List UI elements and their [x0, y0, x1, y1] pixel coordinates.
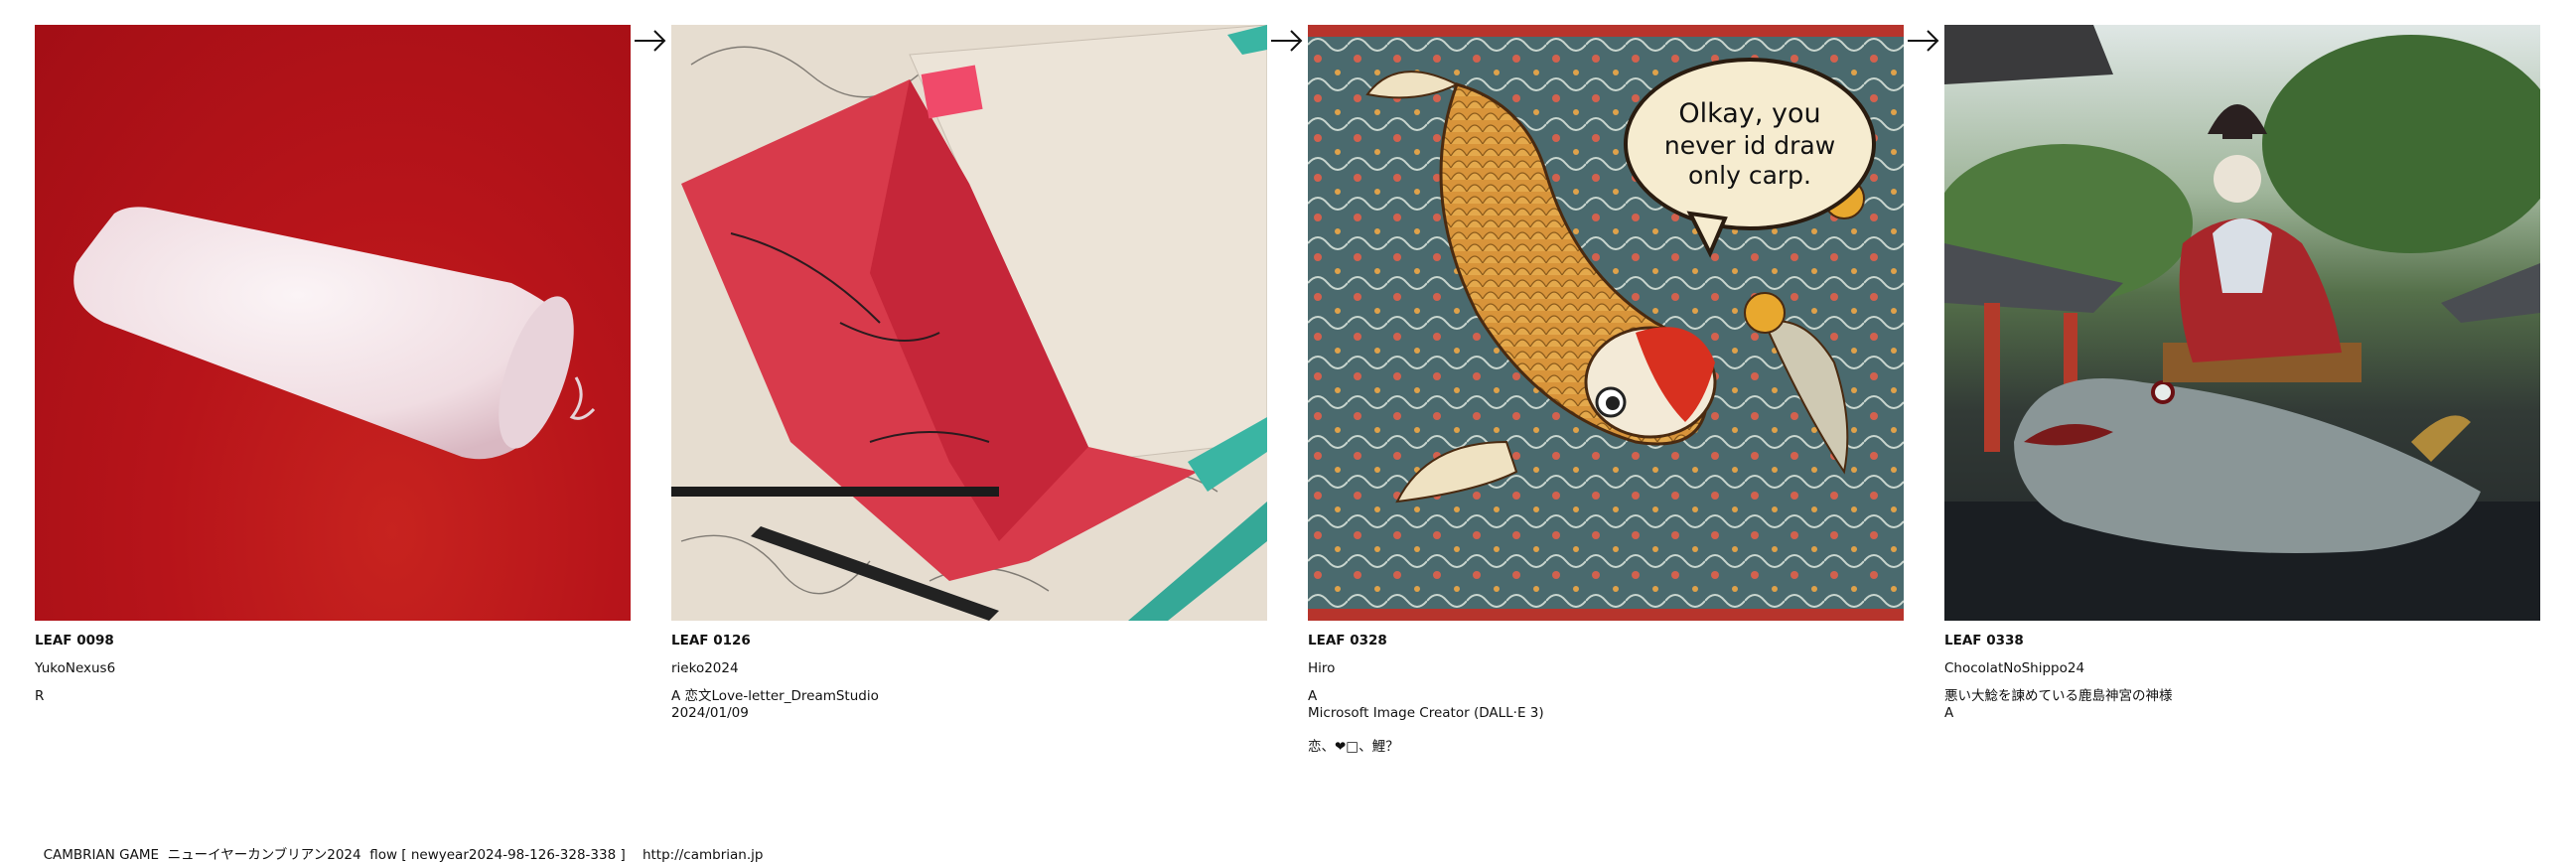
- caption-line: R: [35, 688, 45, 704]
- leaf-image[interactable]: [1944, 25, 2540, 621]
- caption-line: A 恋文Love-letter_DreamStudio: [671, 688, 879, 704]
- author-name[interactable]: Hiro: [1308, 660, 1904, 677]
- caption-line: A: [1944, 705, 1954, 721]
- author-name[interactable]: rieko2024: [671, 660, 1267, 677]
- leaf-card-0328: Olkay, you never id draw only carp. LEAF…: [1308, 25, 1904, 756]
- leaf-image[interactable]: [35, 25, 631, 621]
- leaf-card-0338: LEAF 0338 ChocolatNoShippo24 悪い大鯰を諫めている鹿…: [1944, 25, 2540, 722]
- arrow-right-icon: [1908, 30, 1939, 52]
- author-name[interactable]: ChocolatNoShippo24: [1944, 660, 2540, 677]
- leaf-number[interactable]: LEAF 0328: [1308, 633, 1904, 649]
- arrow-right-icon: [1271, 30, 1303, 52]
- author-name[interactable]: YukoNexus6: [35, 660, 631, 677]
- leaf-image[interactable]: Olkay, you never id draw only carp.: [1308, 25, 1904, 621]
- leaf-image[interactable]: [671, 25, 1267, 621]
- arrow-right-icon: [635, 30, 666, 52]
- caption-line: A: [1308, 688, 1318, 704]
- leaf-number[interactable]: LEAF 0098: [35, 633, 631, 649]
- caption-line: [1308, 722, 1904, 739]
- leaf-number[interactable]: LEAF 0126: [671, 633, 1267, 649]
- caption-line: 恋、❤□、鯉？: [1308, 739, 1399, 755]
- caption-line: Microsoft Image Creator (DALL·E 3): [1308, 705, 1544, 721]
- caption-line: 悪い大鯰を諫めている鹿島神宮の神様: [1944, 688, 2173, 704]
- caption-date: 2024/01/09: [671, 705, 749, 721]
- leaf-card-0126: LEAF 0126 rieko2024 A 恋文Love-letter_Drea…: [671, 25, 1267, 722]
- footer: CAMBRIAN GAME ニューイヤーカンブリアン2024 flow [ ne…: [35, 827, 764, 863]
- speech-bubble-line: never id draw: [1664, 131, 1835, 160]
- speech-bubble-line: Olkay, you: [1678, 98, 1820, 129]
- leaf-card-0098: LEAF 0098 YukoNexus6 R: [35, 25, 631, 705]
- leaf-number[interactable]: LEAF 0338: [1944, 633, 2540, 649]
- speech-bubble-line: only carp.: [1688, 161, 1811, 190]
